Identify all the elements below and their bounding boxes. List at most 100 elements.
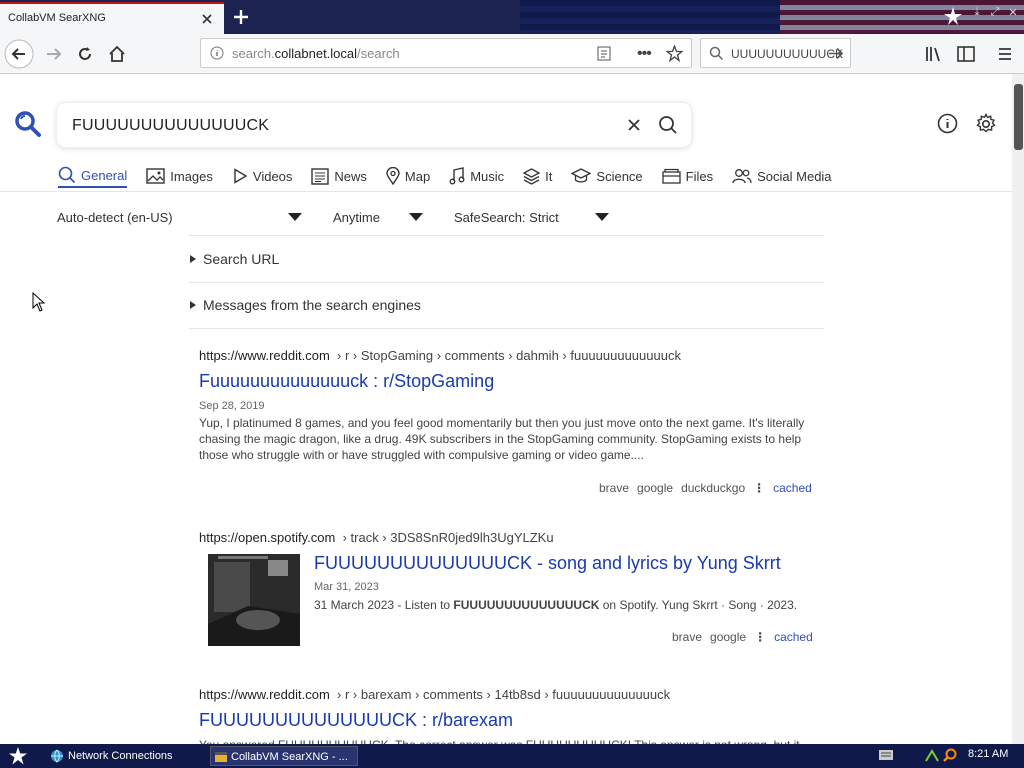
search-submit-icon[interactable] xyxy=(658,115,678,135)
chevron-down-icon[interactable] xyxy=(409,213,423,221)
page-scrollbar[interactable] xyxy=(1012,74,1024,744)
divider xyxy=(189,235,824,236)
more-vertical-icon[interactable]: ⋮ xyxy=(754,630,766,644)
tab-label: General xyxy=(81,167,128,183)
page-actions-icon[interactable]: ••• xyxy=(637,45,652,63)
taskbar-network-connections[interactable]: Network Connections xyxy=(48,746,198,766)
divider xyxy=(189,282,824,283)
safesearch-select[interactable]: SafeSearch: Strict xyxy=(454,210,559,225)
sidebar-icon[interactable] xyxy=(950,38,982,70)
menu-icon[interactable] xyxy=(989,38,1021,70)
result-title-link[interactable]: FUUUUUUUUUUUUUUCK : r/barexam xyxy=(199,710,513,731)
map-pin-icon xyxy=(386,167,400,185)
navigation-bar: search.collabnet.local/search ••• UUUUUU… xyxy=(0,34,1024,74)
result-url[interactable]: https://www.reddit.com › r › StopGaming … xyxy=(199,348,681,363)
searxng-logo-icon[interactable] xyxy=(14,110,42,138)
address-bar[interactable]: search.collabnet.local/search ••• xyxy=(200,38,692,68)
files-icon xyxy=(662,168,681,184)
reload-button[interactable] xyxy=(69,38,101,70)
tab-label: Images xyxy=(170,168,213,184)
tab-news[interactable]: News xyxy=(311,164,367,188)
disclosure-triangle-icon xyxy=(190,301,196,309)
tab-it[interactable]: It xyxy=(523,164,552,188)
window-close-icon[interactable]: ✕ xyxy=(1006,6,1020,20)
tab-images[interactable]: Images xyxy=(146,164,213,188)
reader-view-icon[interactable] xyxy=(597,46,611,61)
divider xyxy=(189,328,824,329)
home-button[interactable] xyxy=(101,38,133,70)
search-query-input[interactable]: FUUUUUUUUUUUUUUCK xyxy=(72,117,269,135)
info-circle-icon[interactable] xyxy=(937,113,958,134)
mouse-cursor-icon xyxy=(32,292,46,312)
result-snippet: You answered FUUUUUUUUUUCK. The correct … xyxy=(199,737,819,744)
settings-gear-icon[interactable] xyxy=(975,113,997,135)
engine-label: google xyxy=(637,481,674,495)
go-arrow-icon[interactable] xyxy=(828,46,844,61)
search-query-box[interactable]: FUUUUUUUUUUUUUUCK xyxy=(57,103,691,147)
result-url[interactable]: https://www.reddit.com › r › barexam › c… xyxy=(199,687,670,702)
browser-search-box[interactable]: UUUUUUUUUUUCK xyxy=(700,38,851,68)
tab-label: Files xyxy=(685,168,714,184)
maximize-icon[interactable]: ⤢ xyxy=(988,6,1002,20)
tab-strip: CollabVM SearXNG ⤓ ⤢ ✕ xyxy=(0,0,1024,34)
cached-link[interactable]: cached xyxy=(773,481,812,495)
result-url[interactable]: https://open.spotify.com › track › 3DS8S… xyxy=(199,530,554,545)
tab-label: It xyxy=(545,168,553,184)
keyboard-icon[interactable] xyxy=(878,749,894,761)
minimize-icon[interactable]: ⤓ xyxy=(970,6,984,20)
url-text: search.collabnet.local/search xyxy=(232,46,400,61)
network-tray-icon[interactable] xyxy=(924,747,940,763)
layers-icon xyxy=(523,167,541,185)
bookmark-star-icon[interactable] xyxy=(666,45,683,62)
search-url-label: Search URL xyxy=(203,251,280,267)
taskbar-browser[interactable]: CollabVM SearXNG - ... xyxy=(210,746,358,766)
engine-label: duckduckgo xyxy=(681,481,746,495)
start-button[interactable] xyxy=(8,746,28,766)
close-tab-icon[interactable] xyxy=(198,10,216,28)
result-engines: brave google duckduckgo ⋮ cached xyxy=(599,481,812,495)
engine-messages-toggle[interactable]: Messages from the search engines xyxy=(190,297,421,313)
image-icon xyxy=(146,168,165,184)
chevron-down-icon[interactable] xyxy=(288,213,302,221)
tab-map[interactable]: Map xyxy=(386,164,430,188)
browser-tab[interactable]: CollabVM SearXNG xyxy=(0,2,224,34)
scrollbar-thumb[interactable] xyxy=(1014,84,1023,150)
play-icon xyxy=(234,168,248,184)
search-box-value: UUUUUUUUUUUCK xyxy=(731,47,843,61)
star-logo-icon xyxy=(944,6,962,26)
newspaper-icon xyxy=(311,167,330,185)
music-icon xyxy=(449,167,465,185)
tab-files[interactable]: Files xyxy=(662,164,713,188)
library-icon[interactable] xyxy=(918,38,950,70)
language-select[interactable]: Auto-detect (en-US) xyxy=(57,210,173,225)
search-url-toggle[interactable]: Search URL xyxy=(190,251,279,267)
cached-link[interactable]: cached xyxy=(774,630,813,644)
info-icon[interactable] xyxy=(210,46,224,60)
result-thumbnail[interactable] xyxy=(208,554,300,646)
tab-general[interactable]: General xyxy=(58,164,128,188)
header-divider xyxy=(0,191,1012,192)
browser-app-icon xyxy=(214,750,228,764)
chevron-down-icon[interactable] xyxy=(595,213,609,221)
new-tab-button[interactable] xyxy=(228,4,254,30)
tab-music[interactable]: Music xyxy=(449,164,504,188)
more-vertical-icon[interactable]: ⋮ xyxy=(753,481,765,495)
tab-videos[interactable]: Videos xyxy=(232,164,292,188)
result-engines: brave google ⋮ cached xyxy=(672,630,813,644)
search-icon xyxy=(709,46,724,61)
forward-button[interactable] xyxy=(38,38,70,70)
time-range-select[interactable]: Anytime xyxy=(333,210,380,225)
clear-query-icon[interactable] xyxy=(626,117,642,133)
tab-social-media[interactable]: Social Media xyxy=(732,164,832,188)
engine-label: brave xyxy=(599,481,630,495)
result-snippet: 31 March 2023 - Listen to FUUUUUUUUUUUUU… xyxy=(314,598,798,612)
tab-science[interactable]: Science xyxy=(571,164,643,188)
result-date: Sep 28, 2019 xyxy=(199,400,265,412)
back-button[interactable] xyxy=(3,38,35,70)
result-title-link[interactable]: FUUUUUUUUUUUUUUCK - song and lyrics by Y… xyxy=(314,553,781,574)
search-icon xyxy=(58,166,76,184)
result-title-link[interactable]: Fuuuuuuuuuuuuuuck : r/StopGaming xyxy=(199,371,494,392)
engine-label: brave xyxy=(672,630,703,644)
search-tray-icon[interactable] xyxy=(942,747,958,763)
graduation-cap-icon xyxy=(571,168,592,183)
